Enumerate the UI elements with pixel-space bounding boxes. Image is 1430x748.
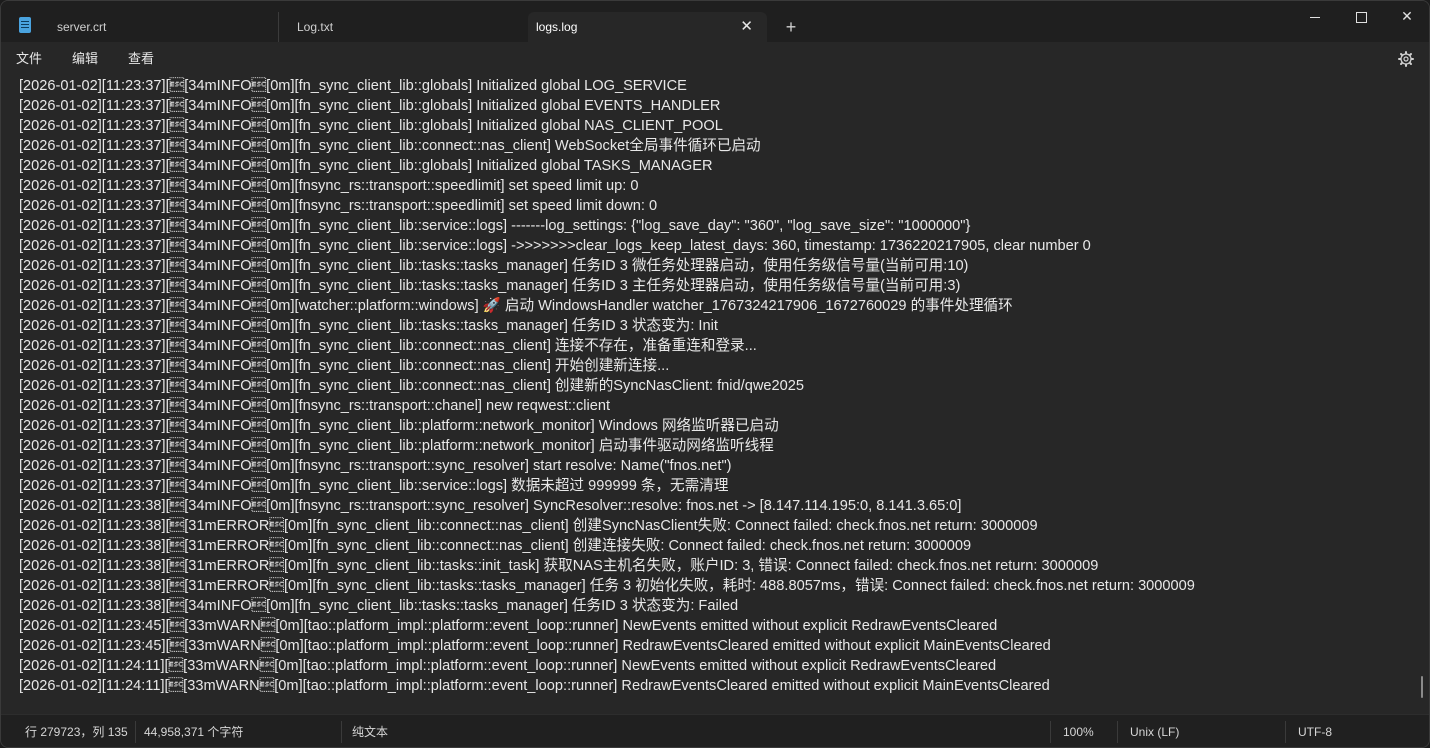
- log-line: [2026-01-02][11:23:38][[31mERROR[0m][f…: [19, 578, 1195, 594]
- zoom-level[interactable]: 100%: [1063, 715, 1094, 747]
- log-line: [2026-01-02][11:23:37][[34mINFO[0m][fn…: [19, 158, 713, 174]
- window-close-button[interactable]: ✕: [1384, 1, 1429, 31]
- log-line: [2026-01-02][11:23:37][[34mINFO[0m][fn…: [19, 318, 718, 334]
- log-line: [2026-01-02][11:23:37][[34mINFO[0m][fn…: [19, 378, 804, 394]
- menu-edit[interactable]: 编辑: [72, 42, 98, 76]
- maximize-button[interactable]: [1338, 1, 1384, 31]
- line-ending[interactable]: Unix (LF): [1130, 715, 1179, 747]
- menu-file[interactable]: 文件: [16, 42, 42, 76]
- tab-label: Log.txt: [297, 20, 334, 34]
- log-line: [2026-01-02][11:23:37][[34mINFO[0m][fn…: [19, 438, 774, 454]
- log-line: [2026-01-02][11:23:38][[31mERROR[0m][f…: [19, 558, 1099, 574]
- tab-server-crt[interactable]: server.crt: [39, 12, 285, 42]
- log-line: [2026-01-02][11:23:37][[34mINFO[0m][fn…: [19, 458, 732, 474]
- tab-close-icon[interactable]: ✕: [740, 12, 753, 42]
- log-line: [2026-01-02][11:23:38][[31mERROR[0m][f…: [19, 518, 1038, 534]
- log-line: [2026-01-02][11:23:37][[34mINFO[0m][fn…: [19, 198, 658, 214]
- vertical-scrollbar[interactable]: [1421, 676, 1423, 698]
- cursor-position[interactable]: 行 279723，列 135: [25, 715, 128, 747]
- char-count: 44,958,371 个字符: [144, 725, 244, 739]
- menu-bar: 文件 编辑 查看: [1, 42, 1429, 76]
- log-line: [2026-01-02][11:23:37][[34mINFO[0m][fn…: [19, 478, 729, 494]
- tab-log-txt[interactable]: Log.txt: [278, 12, 525, 42]
- log-line: [2026-01-02][11:23:37][[34mINFO[0m][fn…: [19, 418, 779, 434]
- maximize-icon: [1355, 11, 1367, 23]
- notepad-window: server.crt Log.txt logs.log ✕ + ✕ 文件 编辑 …: [0, 0, 1430, 748]
- status-separator: [341, 721, 342, 743]
- log-line: [2026-01-02][11:24:11][[33mWARN[0m][ta…: [19, 678, 1050, 694]
- notepad-icon: [19, 17, 31, 33]
- log-line: [2026-01-02][11:23:38][[31mERROR[0m][f…: [19, 538, 972, 554]
- log-line: [2026-01-02][11:23:37][[34mINFO[0m][fn…: [19, 238, 1091, 254]
- log-line: [2026-01-02][11:23:37][[34mINFO[0m][fn…: [19, 78, 687, 94]
- log-line: [2026-01-02][11:23:45][[33mWARN[0m][ta…: [19, 638, 1051, 654]
- log-line: [2026-01-02][11:23:37][[34mINFO[0m][fn…: [19, 278, 961, 294]
- text-format[interactable]: 纯文本: [352, 715, 388, 747]
- minimize-button[interactable]: [1292, 1, 1338, 31]
- new-tab-button[interactable]: +: [781, 15, 801, 39]
- log-line: [2026-01-02][11:24:11][[33mWARN[0m][ta…: [19, 658, 997, 674]
- status-separator: [1050, 721, 1051, 743]
- tab-logs-log[interactable]: logs.log ✕: [528, 12, 767, 42]
- log-line: [2026-01-02][11:23:37][[34mINFO[0m][fn…: [19, 338, 757, 354]
- log-lines: [2026-01-02][11:23:37][[34mINFO[0m][fn…: [19, 76, 1409, 696]
- tab-label: server.crt: [57, 20, 107, 34]
- log-line: [2026-01-02][11:23:38][[34mINFO[0m][fn…: [19, 498, 962, 514]
- status-bar: 行 279723，列 135 44,958,371 个字符 纯文本 100% U…: [1, 714, 1429, 747]
- title-bar: server.crt Log.txt logs.log ✕ + ✕: [1, 1, 1429, 42]
- log-line: [2026-01-02][11:23:37][[34mINFO[0m][fn…: [19, 138, 761, 154]
- log-line: [2026-01-02][11:23:37][[34mINFO[0m][fn…: [19, 258, 969, 274]
- text-editor[interactable]: [2026-01-02][11:23:37][[34mINFO[0m][fn…: [1, 76, 1429, 714]
- minimize-icon: [1310, 16, 1320, 18]
- gear-icon[interactable]: [1398, 51, 1414, 67]
- log-line: [2026-01-02][11:23:37][[34mINFO[0m][fn…: [19, 218, 971, 234]
- log-line: [2026-01-02][11:23:38][[34mINFO[0m][fn…: [19, 598, 739, 614]
- status-separator: [135, 721, 136, 743]
- log-line: [2026-01-02][11:23:37][[34mINFO[0m][fn…: [19, 358, 670, 374]
- log-line: [2026-01-02][11:23:45][[33mWARN[0m][ta…: [19, 618, 998, 634]
- status-separator: [1117, 721, 1118, 743]
- status-separator: [1285, 721, 1286, 743]
- log-line: [2026-01-02][11:23:37][[34mINFO[0m][fn…: [19, 118, 723, 134]
- tab-label: logs.log: [536, 20, 578, 34]
- log-line: [2026-01-02][11:23:37][[34mINFO[0m][fn…: [19, 398, 611, 414]
- encoding[interactable]: UTF-8: [1298, 715, 1332, 747]
- log-line: [2026-01-02][11:23:37][[34mINFO[0m][fn…: [19, 98, 721, 114]
- menu-view[interactable]: 查看: [128, 42, 154, 76]
- log-line: [2026-01-02][11:23:37][[34mINFO[0m][wa…: [19, 298, 1013, 314]
- log-line: [2026-01-02][11:23:37][[34mINFO[0m][fn…: [19, 178, 639, 194]
